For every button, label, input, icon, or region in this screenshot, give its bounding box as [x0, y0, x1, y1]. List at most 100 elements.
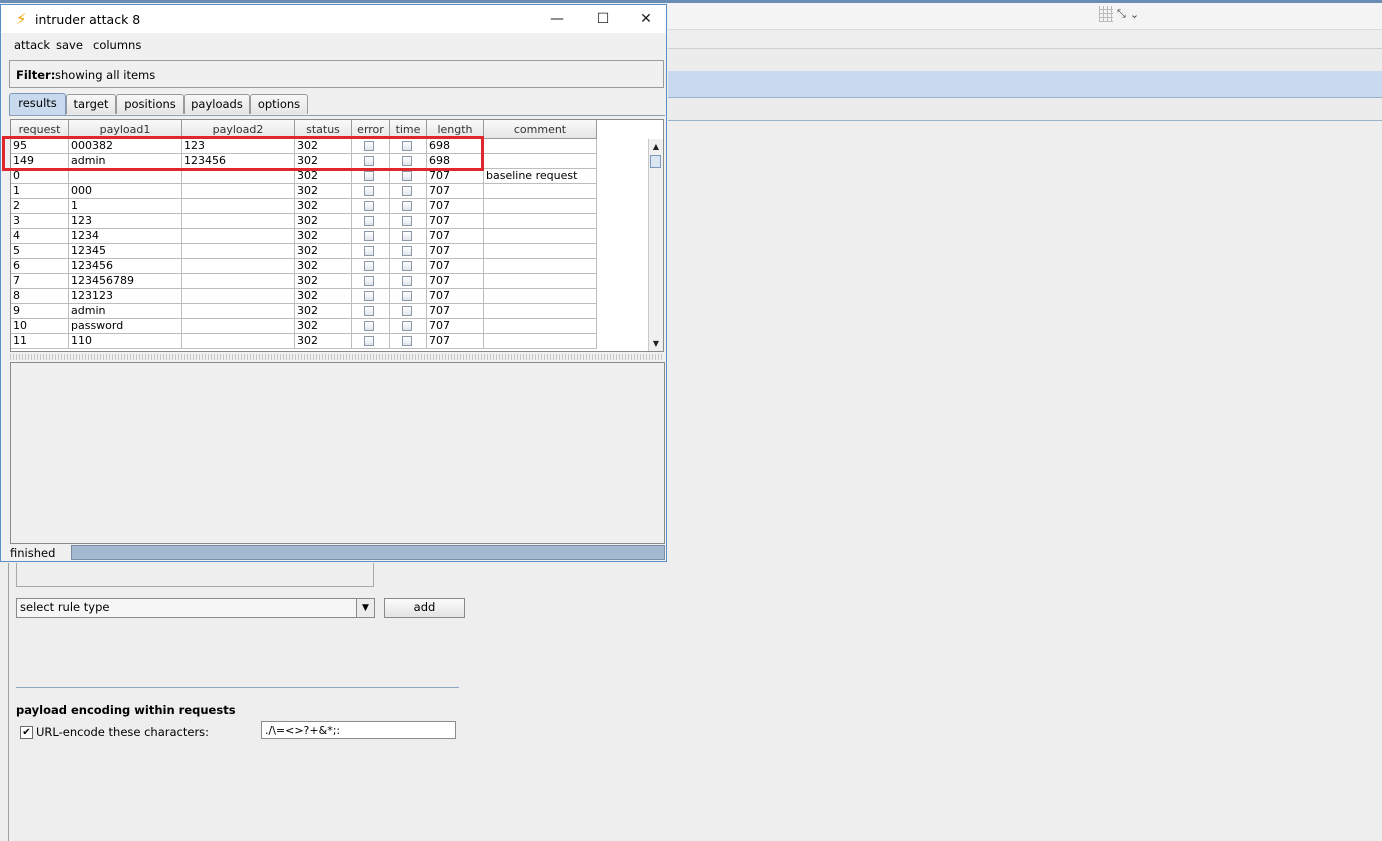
error-checkbox — [364, 291, 374, 301]
filter-text: showing all items — [55, 68, 156, 82]
progress-bar — [71, 545, 665, 560]
table-row[interactable]: 3 123 302 707 — [11, 214, 597, 229]
pane-splitter[interactable] — [10, 354, 664, 360]
request-detail-pane — [10, 362, 665, 544]
tab-positions[interactable]: positions — [116, 94, 184, 114]
scroll-thumb[interactable] — [650, 155, 661, 168]
cell-payload2 — [182, 199, 295, 214]
column-header-payload1[interactable]: payload1 — [69, 120, 182, 139]
intruder-attack-window: ⚡ intruder attack 8 — ☐ ✕ attack save co… — [0, 4, 667, 562]
cell-payload2: 123456 — [182, 154, 295, 169]
cell-comment — [484, 199, 597, 214]
cell-time — [390, 184, 427, 199]
cell-request: 95 — [11, 139, 69, 154]
table-row[interactable]: 2 1 302 707 — [11, 199, 597, 214]
time-checkbox — [402, 141, 412, 151]
cell-payload1: admin — [69, 304, 182, 319]
cell-time — [390, 304, 427, 319]
column-header-request[interactable]: request — [11, 120, 69, 139]
cell-comment — [484, 244, 597, 259]
menu-save[interactable]: save — [56, 38, 83, 52]
table-row[interactable]: 8 123123 302 707 — [11, 289, 597, 304]
url-encode-chars-input[interactable]: ./\=<>?+&*;: — [261, 721, 456, 739]
column-header-error[interactable]: error — [352, 120, 390, 139]
close-button[interactable]: ✕ — [631, 9, 661, 29]
url-encode-checkbox[interactable]: ✔ — [20, 726, 33, 739]
tab-options[interactable]: options — [250, 94, 308, 114]
cell-comment: baseline request — [484, 169, 597, 184]
scroll-down-icon[interactable]: ▼ — [649, 338, 663, 350]
cell-length: 707 — [427, 229, 484, 244]
chevron-down-icon[interactable]: ⌄ — [1130, 8, 1139, 21]
cell-payload2 — [182, 169, 295, 184]
background-window-controls: ⤡ ⌄ — [1099, 5, 1151, 23]
table-row[interactable]: 149 admin 123456 302 698 — [11, 154, 597, 169]
cell-time — [390, 274, 427, 289]
table-row[interactable]: 10 password 302 707 — [11, 319, 597, 334]
column-header-status[interactable]: status — [295, 120, 352, 139]
menu-attack[interactable]: attack — [14, 38, 50, 52]
column-header-length[interactable]: length — [427, 120, 484, 139]
table-row[interactable]: 5 12345 302 707 — [11, 244, 597, 259]
scroll-up-icon[interactable]: ▲ — [649, 141, 663, 153]
cell-length: 707 — [427, 334, 484, 349]
add-rule-button[interactable]: add — [384, 598, 465, 618]
cell-error — [352, 229, 390, 244]
cell-payload2 — [182, 214, 295, 229]
table-row[interactable]: 4 1234 302 707 — [11, 229, 597, 244]
cell-error — [352, 259, 390, 274]
cell-time — [390, 229, 427, 244]
table-row[interactable]: 0 302 707 baseline request — [11, 169, 597, 184]
window-title: intruder attack 8 — [35, 12, 141, 27]
time-checkbox — [402, 291, 412, 301]
table-row[interactable]: 7 123456789 302 707 — [11, 274, 597, 289]
tab-payloads[interactable]: payloads — [184, 94, 250, 114]
column-header-payload2[interactable]: payload2 — [182, 120, 295, 139]
cell-payload1: 123123 — [69, 289, 182, 304]
time-checkbox — [402, 171, 412, 181]
filter-bar[interactable]: Filter: showing all items — [9, 60, 664, 88]
cell-status: 302 — [295, 259, 352, 274]
dropdown-arrow-icon[interactable]: ▼ — [356, 599, 374, 617]
rule-list-box[interactable] — [16, 563, 374, 587]
title-bar[interactable]: ⚡ intruder attack 8 — ☐ ✕ — [1, 5, 666, 33]
time-checkbox — [402, 321, 412, 331]
progress-fill — [72, 546, 664, 559]
table-row[interactable]: 6 123456 302 707 — [11, 259, 597, 274]
cell-payload2 — [182, 244, 295, 259]
menu-columns[interactable]: columns — [93, 38, 141, 52]
grid-icon[interactable] — [1099, 6, 1113, 22]
table-header: request payload1 payload2 status error time le… — [11, 120, 651, 139]
expand-icon[interactable]: ⤡ — [1117, 7, 1126, 21]
cell-time — [390, 244, 427, 259]
cell-status: 302 — [295, 289, 352, 304]
error-checkbox — [364, 231, 374, 241]
cell-comment — [484, 319, 597, 334]
maximize-button[interactable]: ☐ — [588, 9, 618, 29]
table-row[interactable]: 95 000382 123 302 698 — [11, 139, 597, 154]
table-row[interactable]: 11 110 302 707 — [11, 334, 597, 349]
vertical-scrollbar[interactable]: ▲ ▼ — [648, 139, 663, 351]
cell-comment — [484, 304, 597, 319]
column-header-time[interactable]: time — [390, 120, 427, 139]
tab-results[interactable]: results — [9, 93, 66, 115]
table-row[interactable]: 1 000 302 707 — [11, 184, 597, 199]
time-checkbox — [402, 156, 412, 166]
tab-bar: results target positions payloads option… — [9, 93, 665, 116]
background-subtab-row — [668, 98, 1382, 121]
cell-request: 10 — [11, 319, 69, 334]
table-row[interactable]: 9 admin 302 707 — [11, 304, 597, 319]
cell-request: 5 — [11, 244, 69, 259]
rule-type-select[interactable]: select rule type ▼ — [16, 598, 375, 618]
cell-status: 302 — [295, 304, 352, 319]
cell-error — [352, 184, 390, 199]
cell-payload1: 123 — [69, 214, 182, 229]
minimize-button[interactable]: — — [542, 9, 572, 29]
column-header-comment[interactable]: comment — [484, 120, 597, 139]
cell-length: 707 — [427, 214, 484, 229]
checkmark-icon: ✔ — [22, 727, 31, 738]
cell-error — [352, 244, 390, 259]
results-table[interactable]: request payload1 payload2 status error time le… — [10, 119, 664, 352]
error-checkbox — [364, 186, 374, 196]
tab-target[interactable]: target — [66, 94, 116, 114]
